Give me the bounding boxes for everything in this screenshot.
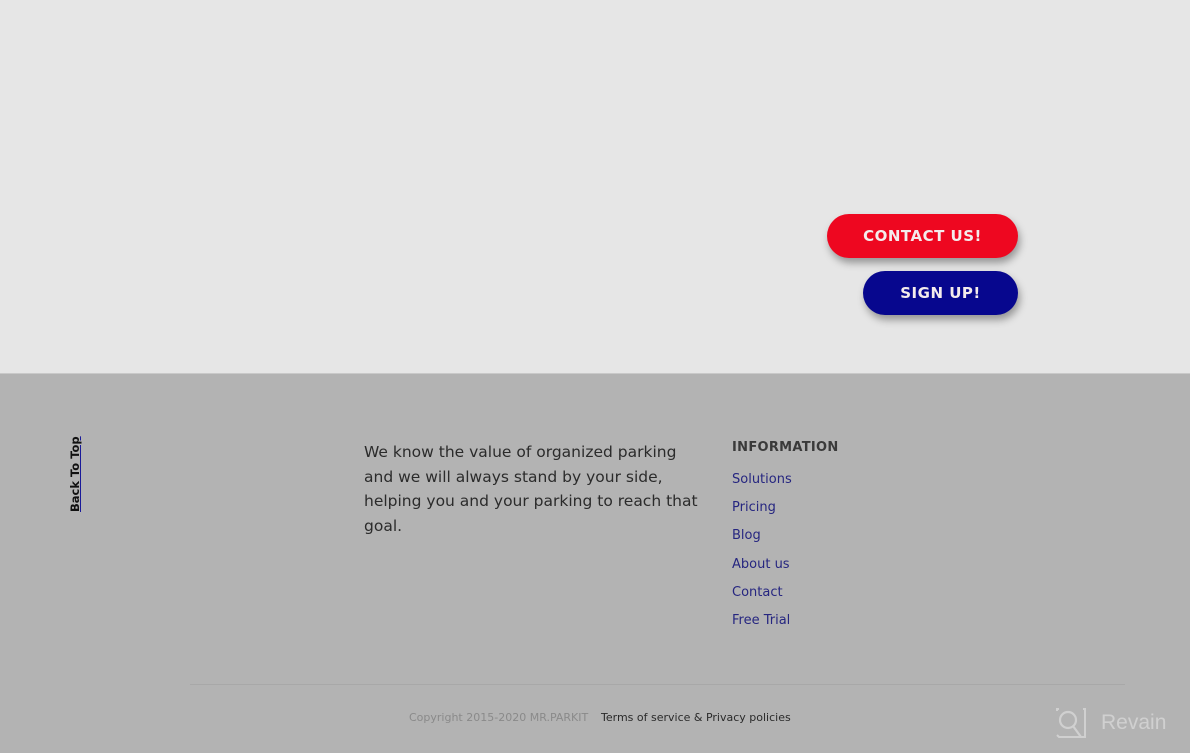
contact-us-button[interactable]: CONTACT US!	[827, 214, 1018, 258]
revain-text: Revain	[1101, 711, 1167, 734]
footer-link-solutions[interactable]: Solutions	[732, 472, 792, 500]
footer	[0, 373, 1190, 753]
revain-logo-icon	[1056, 708, 1086, 738]
footer-link-free-trial[interactable]: Free Trial	[732, 613, 792, 641]
about-text: We know the value of organized parking a…	[364, 443, 698, 535]
footer-link-contact[interactable]: Contact	[732, 585, 792, 613]
terms-privacy-link[interactable]: Terms of service & Privacy policies	[601, 711, 791, 724]
footer-link-about-us[interactable]: About us	[732, 557, 792, 585]
revain-watermark: Revain	[1055, 707, 1166, 739]
footer-link-pricing[interactable]: Pricing	[732, 500, 792, 528]
back-to-top-link[interactable]: Back To Top	[68, 436, 82, 512]
hero-section: CONTACT US! SIGN UP!	[0, 0, 1190, 373]
information-heading: INFORMATION	[732, 440, 839, 455]
footer-divider	[190, 684, 1125, 685]
information-links: Solutions Pricing Blog About us Contact …	[732, 472, 792, 641]
sign-up-button[interactable]: SIGN UP!	[863, 271, 1018, 315]
copyright-text: Copyright 2015-2020 MR.PARKIT	[409, 711, 589, 724]
footer-link-blog[interactable]: Blog	[732, 528, 792, 556]
